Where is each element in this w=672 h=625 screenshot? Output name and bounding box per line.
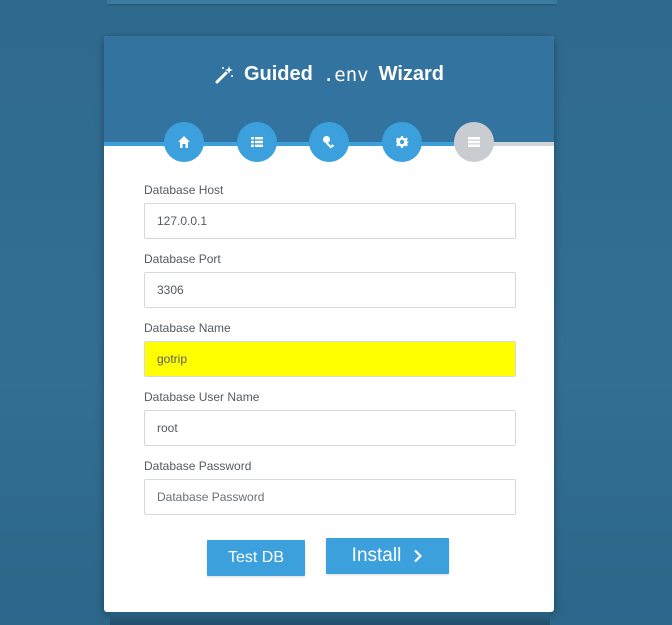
magic-wand-icon bbox=[214, 65, 234, 85]
step-database[interactable] bbox=[454, 122, 494, 162]
db-user-label: Database User Name bbox=[144, 390, 260, 404]
chevron-right-icon bbox=[414, 549, 423, 563]
title-prefix: Guided bbox=[243, 63, 313, 85]
step-list[interactable] bbox=[237, 122, 277, 162]
wizard-title: Guided .env Wizard bbox=[104, 63, 554, 86]
db-password-input[interactable] bbox=[144, 479, 516, 515]
database-form: Database Host Database Port Database Nam… bbox=[144, 183, 516, 528]
db-password-field: Database Password bbox=[144, 459, 516, 528]
db-host-field: Database Host bbox=[144, 183, 516, 252]
db-password-label: Database Password bbox=[144, 459, 252, 473]
db-name-label: Database Name bbox=[144, 321, 231, 335]
title-suffix: Wizard bbox=[378, 63, 445, 85]
background-image-edge bbox=[110, 612, 550, 625]
title-code: .env bbox=[322, 63, 369, 86]
gear-icon bbox=[396, 136, 409, 148]
db-name-field: Database Name bbox=[144, 321, 516, 390]
background-panel-edge bbox=[107, 0, 557, 4]
step-key[interactable] bbox=[309, 122, 349, 162]
form-actions: Test DB Install bbox=[207, 538, 507, 576]
db-host-input[interactable] bbox=[144, 203, 516, 239]
list-icon bbox=[251, 137, 263, 147]
test-db-label: Test DB bbox=[227, 549, 284, 566]
db-user-field: Database User Name bbox=[144, 390, 516, 459]
install-label: Install bbox=[351, 545, 402, 566]
key-icon bbox=[323, 136, 335, 149]
install-button[interactable]: Install bbox=[326, 538, 449, 574]
db-port-input[interactable] bbox=[144, 272, 516, 308]
step-home[interactable] bbox=[164, 122, 204, 162]
db-name-input[interactable] bbox=[144, 341, 516, 377]
test-db-button[interactable]: Test DB bbox=[207, 540, 305, 576]
home-icon bbox=[178, 136, 190, 148]
wizard-card: Guided .env Wizard Database Host 127.0.0… bbox=[104, 36, 554, 612]
step-settings[interactable] bbox=[382, 122, 422, 162]
db-user-input[interactable] bbox=[144, 410, 516, 446]
db-host-label: Database Host bbox=[144, 183, 224, 197]
wizard-steps bbox=[104, 122, 554, 162]
database-icon bbox=[468, 137, 480, 147]
db-port-label: Database Port bbox=[144, 252, 221, 266]
db-port-field: Database Port bbox=[144, 252, 516, 321]
